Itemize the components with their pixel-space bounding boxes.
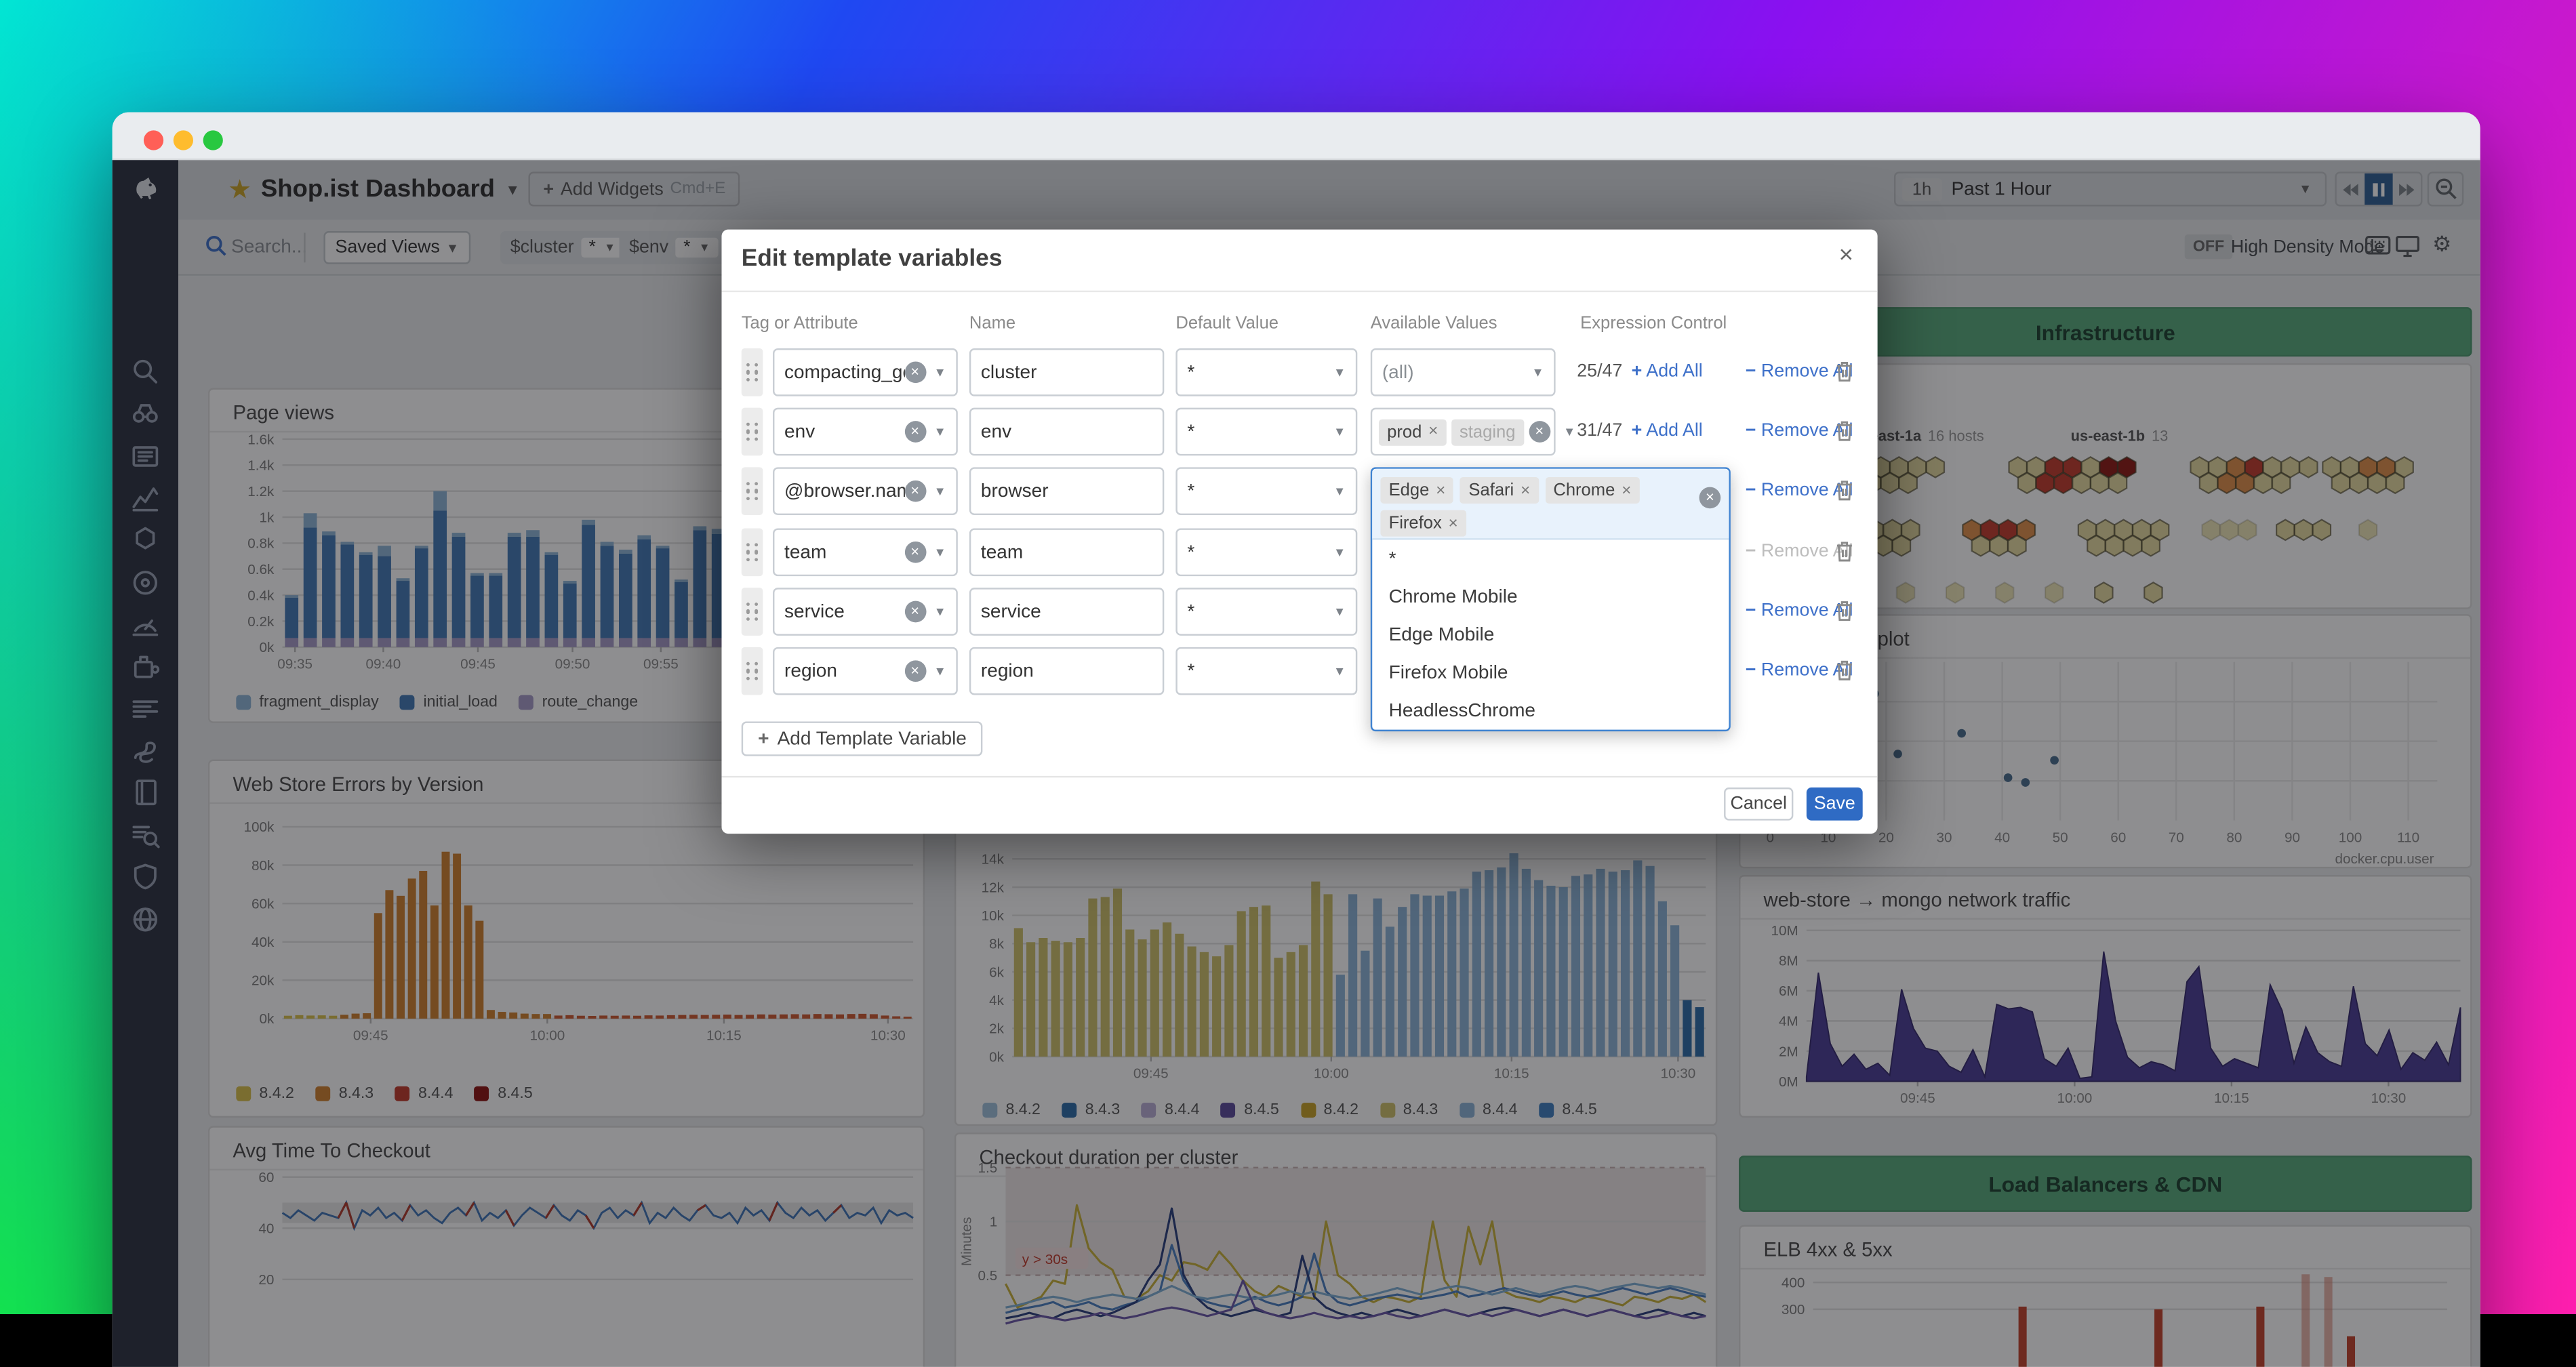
- clear-icon[interactable]: ×: [904, 481, 926, 502]
- remove-tag-icon[interactable]: ×: [1436, 481, 1445, 499]
- chevron-down-icon: ▼: [1333, 484, 1346, 499]
- drag-handle[interactable]: [742, 588, 763, 636]
- minimize-traffic-light[interactable]: [174, 130, 193, 150]
- default-value-select[interactable]: *▼: [1175, 348, 1357, 396]
- dropdown-option[interactable]: Chrome Mobile: [1372, 578, 1729, 616]
- dropdown-option[interactable]: Edge Mobile: [1372, 616, 1729, 654]
- clear-icon[interactable]: ×: [904, 660, 926, 682]
- remove-tag-icon[interactable]: ×: [1622, 481, 1631, 499]
- available-count: 31/47: [1577, 421, 1622, 441]
- available-values-select[interactable]: (all)▼: [1371, 348, 1556, 396]
- available-values-dropdown: Edge× Safari× Chrome× Firefox× × *Chrome Mo…: [1371, 467, 1731, 731]
- tag-attribute-input[interactable]: @browser.name×▼: [773, 467, 958, 515]
- drag-handle[interactable]: [742, 408, 763, 456]
- chevron-down-icon: ▼: [934, 424, 946, 439]
- available-values-input[interactable]: prod×staging×▼: [1371, 408, 1556, 456]
- variable-name-input[interactable]: env: [969, 408, 1164, 456]
- drag-handle[interactable]: [742, 467, 763, 515]
- tag-attribute-input[interactable]: service×▼: [773, 588, 958, 636]
- tag-attribute-input[interactable]: region×▼: [773, 647, 958, 695]
- value-tag[interactable]: prod×: [1379, 419, 1447, 445]
- default-value-select[interactable]: *▼: [1175, 647, 1357, 695]
- save-button[interactable]: Save: [1807, 788, 1863, 821]
- chevron-down-icon: ▼: [1531, 365, 1544, 380]
- clear-icon[interactable]: ×: [904, 361, 926, 383]
- column-header: Available Values: [1371, 314, 1497, 333]
- template-variable-row: env×▼env*▼prod×staging×▼31/47+ Add All− …: [721, 408, 1877, 456]
- drag-handle[interactable]: [742, 647, 763, 695]
- trash-icon[interactable]: [1834, 478, 1854, 510]
- edit-template-variables-modal: Edit template variables × Tag or Attribu…: [721, 230, 1877, 834]
- column-header: Default Value: [1175, 314, 1279, 333]
- column-header: Expression Control: [1580, 314, 1727, 333]
- chevron-down-icon: ▼: [934, 484, 946, 499]
- variable-name-input[interactable]: browser: [969, 467, 1164, 515]
- divider: [721, 291, 1877, 292]
- selected-tag[interactable]: Firefox×: [1380, 510, 1466, 537]
- drag-handle[interactable]: [742, 348, 763, 396]
- column-header: Tag or Attribute: [742, 314, 858, 333]
- selected-tag[interactable]: Edge×: [1380, 477, 1453, 504]
- close-icon[interactable]: ×: [1831, 241, 1861, 269]
- chevron-down-icon: ▼: [934, 365, 946, 380]
- template-variable-row: compacting_gc×▼cluster*▼(all)▼25/47+ Add…: [721, 348, 1877, 396]
- chevron-down-icon: ▼: [1333, 365, 1346, 380]
- column-header: Name: [969, 314, 1015, 333]
- browser-window: ★ Shop.ist Dashboard ▼ + Add Widgets Cmd…: [113, 113, 2480, 1367]
- clear-icon[interactable]: ×: [904, 421, 926, 443]
- remove-tag-icon[interactable]: ×: [1428, 423, 1438, 441]
- tag-attribute-input[interactable]: compacting_gc×▼: [773, 348, 958, 396]
- chevron-down-icon: ▼: [934, 664, 946, 678]
- divider: [721, 776, 1877, 777]
- selected-tags-area: Edge× Safari× Chrome× Firefox× ×: [1372, 469, 1729, 540]
- tag-attribute-input[interactable]: env×▼: [773, 408, 958, 456]
- chevron-down-icon: ▼: [1333, 545, 1346, 560]
- trash-icon[interactable]: [1834, 360, 1854, 391]
- screenshot-stage: ★ Shop.ist Dashboard ▼ + Add Widgets Cmd…: [0, 0, 2576, 1314]
- remove-tag-icon[interactable]: ×: [1521, 481, 1530, 499]
- variable-name-input[interactable]: team: [969, 528, 1164, 576]
- add-template-variable-button[interactable]: +Add Template Variable: [742, 721, 984, 756]
- dropdown-option[interactable]: HeadlessChrome: [1372, 692, 1729, 730]
- trash-icon[interactable]: [1834, 599, 1854, 630]
- chevron-down-icon: ▼: [1333, 605, 1346, 619]
- variable-name-input[interactable]: cluster: [969, 348, 1164, 396]
- clear-icon[interactable]: ×: [904, 542, 926, 563]
- variable-name-input[interactable]: service: [969, 588, 1164, 636]
- value-tag[interactable]: staging: [1451, 419, 1524, 445]
- default-value-select[interactable]: *▼: [1175, 408, 1357, 456]
- dropdown-option[interactable]: *: [1372, 540, 1729, 578]
- macos-titlebar: [113, 113, 2480, 161]
- clear-all-icon[interactable]: ×: [1529, 421, 1550, 443]
- chevron-down-icon: ▼: [1563, 424, 1575, 439]
- chevron-down-icon: ▼: [1333, 424, 1346, 439]
- default-value-select[interactable]: *▼: [1175, 528, 1357, 576]
- chevron-down-icon: ▼: [1333, 664, 1346, 678]
- selected-tag[interactable]: Safari×: [1460, 477, 1538, 504]
- modal-title: Edit template variables: [742, 246, 1003, 272]
- available-count: 25/47: [1577, 361, 1622, 381]
- trash-icon[interactable]: [1834, 659, 1854, 690]
- default-value-select[interactable]: *▼: [1175, 467, 1357, 515]
- add-all-link[interactable]: + Add All: [1632, 361, 1703, 381]
- variable-name-input[interactable]: region: [969, 647, 1164, 695]
- clear-icon[interactable]: ×: [904, 601, 926, 623]
- close-traffic-light[interactable]: [144, 130, 163, 150]
- chevron-down-icon: ▼: [934, 605, 946, 619]
- tag-attribute-input[interactable]: team×▼: [773, 528, 958, 576]
- drag-handle[interactable]: [742, 528, 763, 576]
- default-value-select[interactable]: *▼: [1175, 588, 1357, 636]
- add-template-variable-label: Add Template Variable: [778, 729, 967, 748]
- remove-tag-icon[interactable]: ×: [1449, 514, 1458, 533]
- chevron-down-icon: ▼: [934, 545, 946, 560]
- trash-icon[interactable]: [1834, 540, 1854, 571]
- trash-icon[interactable]: [1834, 420, 1854, 451]
- clear-all-icon[interactable]: ×: [1699, 487, 1721, 509]
- selected-tag[interactable]: Chrome×: [1545, 477, 1639, 504]
- add-all-link[interactable]: + Add All: [1632, 421, 1703, 441]
- maximize-traffic-light[interactable]: [203, 130, 223, 150]
- dropdown-option[interactable]: Firefox Mobile: [1372, 654, 1729, 692]
- cancel-button[interactable]: Cancel: [1724, 788, 1793, 821]
